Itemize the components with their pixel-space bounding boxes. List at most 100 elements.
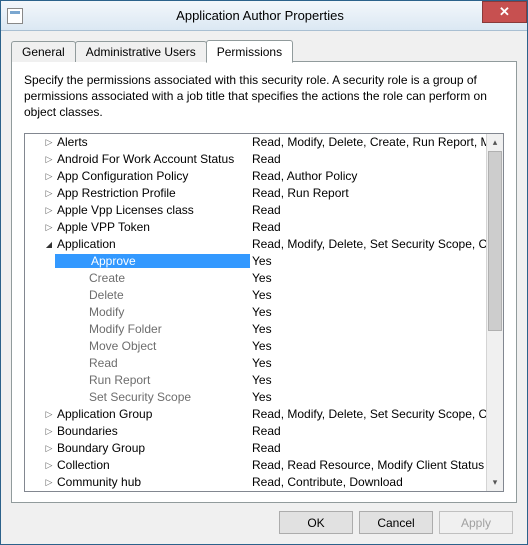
expand-icon[interactable] [43, 443, 55, 454]
tree-child-value: Yes [250, 305, 486, 319]
chevron-right-icon [46, 188, 53, 199]
panel-description: Specify the permissions associated with … [24, 72, 504, 121]
tree-row[interactable]: CollectionRead, Read Resource, Modify Cl… [25, 457, 486, 474]
tree-child-value: Yes [250, 373, 486, 387]
tree-child-row[interactable]: Run ReportYes [25, 372, 486, 389]
tree-child-row[interactable]: ReadYes [25, 355, 486, 372]
tree-row[interactable]: App Configuration PolicyRead, Author Pol… [25, 168, 486, 185]
tree-row-label: Alerts [55, 135, 250, 149]
tree-child-value: Yes [250, 339, 486, 353]
tree-row[interactable]: Android For Work Account StatusRead [25, 151, 486, 168]
tree-child-value: Yes [250, 288, 486, 302]
tree-row-label: Community hub [55, 475, 250, 489]
expand-icon[interactable] [43, 477, 55, 488]
tree-row-value: Read, Modify, Delete, Set Security Scope… [250, 237, 486, 251]
chevron-right-icon [46, 426, 53, 437]
tree-child-row[interactable]: Modify FolderYes [25, 321, 486, 338]
tree-row[interactable]: Apple Vpp Licenses classRead [25, 202, 486, 219]
tree-row[interactable]: Community hubRead, Contribute, Download [25, 474, 486, 491]
tree-row-label: App Restriction Profile [55, 186, 250, 200]
dialog-window: Application Author Properties ✕ General … [0, 0, 528, 545]
tab-panel-permissions: Specify the permissions associated with … [11, 61, 517, 503]
system-icon [7, 8, 23, 24]
tree-child-value: Yes [250, 356, 486, 370]
expand-icon[interactable] [43, 171, 55, 182]
tree-row-label: Boundaries [55, 424, 250, 438]
expand-icon[interactable] [43, 460, 55, 471]
permissions-tree[interactable]: AlertsRead, Modify, Delete, Create, Run … [24, 133, 504, 492]
tree-row[interactable]: ◢ApplicationRead, Modify, Delete, Set Se… [25, 236, 486, 253]
collapse-icon[interactable]: ◢ [43, 240, 55, 249]
tree-row-label: Android For Work Account Status [55, 152, 250, 166]
chevron-right-icon [46, 477, 53, 488]
expand-icon[interactable] [43, 137, 55, 148]
chevron-right-icon [46, 205, 53, 216]
expand-icon[interactable] [43, 222, 55, 233]
tree-child-value: Yes [250, 254, 486, 268]
tree-child-value: Yes [250, 271, 486, 285]
tree-child-label: Delete [55, 288, 250, 302]
tree-row-value: Read, Modify, Delete, Create, Run Report… [250, 135, 486, 149]
tree-row-label: App Configuration Policy [55, 169, 250, 183]
expand-icon[interactable] [43, 426, 55, 437]
tree-row-value: Read [250, 441, 486, 455]
tree-row-value: Read, Author Policy [250, 169, 486, 183]
tree-row-value: Read [250, 220, 486, 234]
tree-child-label: Set Security Scope [55, 390, 250, 404]
tree-row-label: Boundary Group [55, 441, 250, 455]
expand-icon[interactable] [43, 409, 55, 420]
tab-permissions[interactable]: Permissions [206, 40, 293, 63]
chevron-right-icon [46, 460, 53, 471]
tree-row-label: Apple Vpp Licenses class [55, 203, 250, 217]
tree-child-label: Run Report [55, 373, 250, 387]
tree-row-label: Application Group [55, 407, 250, 421]
expand-icon[interactable] [43, 205, 55, 216]
expand-icon[interactable] [43, 154, 55, 165]
tree-child-label: Modify Folder [55, 322, 250, 336]
tree-child-row[interactable]: Set Security ScopeYes [25, 389, 486, 406]
tree-child-value: Yes [250, 322, 486, 336]
ok-button[interactable]: OK [279, 511, 353, 534]
tree-child-row[interactable]: ApproveYes [25, 253, 486, 270]
chevron-down-icon: ◢ [46, 240, 52, 249]
button-bar: OK Cancel Apply [11, 503, 517, 538]
tree-child-label: Create [55, 271, 250, 285]
tree-child-label: Read [55, 356, 250, 370]
tree-row-label: Collection [55, 458, 250, 472]
cancel-button[interactable]: Cancel [359, 511, 433, 534]
tree-row[interactable]: App Restriction ProfileRead, Run Report [25, 185, 486, 202]
tree-row[interactable]: Boundary GroupRead [25, 440, 486, 457]
tab-general[interactable]: General [11, 41, 76, 62]
tree-child-label: Approve [55, 254, 250, 268]
tree-row[interactable]: Apple VPP TokenRead [25, 219, 486, 236]
tree-row[interactable]: BoundariesRead [25, 423, 486, 440]
tab-strip: General Administrative Users Permissions [11, 39, 517, 62]
vertical-scrollbar[interactable]: ▴ ▾ [486, 134, 503, 491]
expand-icon[interactable] [43, 188, 55, 199]
close-button[interactable]: ✕ [482, 1, 527, 23]
tree-row[interactable]: Application GroupRead, Modify, Delete, S… [25, 406, 486, 423]
scroll-down-button[interactable]: ▾ [487, 474, 503, 491]
apply-button[interactable]: Apply [439, 511, 513, 534]
tree-child-row[interactable]: CreateYes [25, 270, 486, 287]
scroll-up-button[interactable]: ▴ [487, 134, 503, 151]
chevron-right-icon [46, 137, 53, 148]
tree-row-value: Read, Read Resource, Modify Client Statu… [250, 458, 486, 472]
chevron-right-icon [46, 222, 53, 233]
tree-child-row[interactable]: ModifyYes [25, 304, 486, 321]
tree-row[interactable]: AlertsRead, Modify, Delete, Create, Run … [25, 134, 486, 151]
tree-child-row[interactable]: DeleteYes [25, 287, 486, 304]
chevron-right-icon [46, 171, 53, 182]
tab-administrative-users[interactable]: Administrative Users [75, 41, 207, 62]
window-title: Application Author Properties [23, 8, 527, 23]
chevron-right-icon [46, 409, 53, 420]
tree-child-label: Modify [55, 305, 250, 319]
tree-row-value: Read, Modify, Delete, Set Security Scope… [250, 407, 486, 421]
content-area: General Administrative Users Permissions… [1, 31, 527, 544]
tree-row-value: Read [250, 152, 486, 166]
tree-row-label: Application [55, 237, 250, 251]
scroll-thumb[interactable] [488, 151, 502, 331]
tree-child-row[interactable]: Move ObjectYes [25, 338, 486, 355]
chevron-right-icon [46, 443, 53, 454]
title-bar[interactable]: Application Author Properties ✕ [1, 1, 527, 31]
